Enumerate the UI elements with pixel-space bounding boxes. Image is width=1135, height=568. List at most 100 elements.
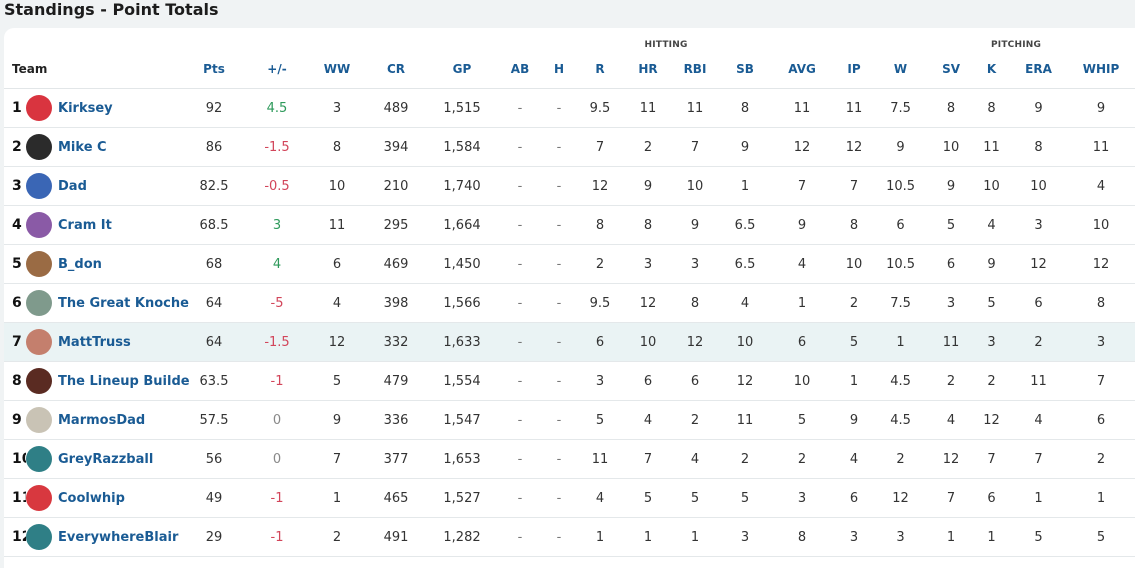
rbi-cell: 7 — [664, 127, 726, 167]
k-cell: 2 — [969, 361, 1015, 401]
w-cell: 7.5 — [868, 88, 934, 128]
rank-cell: 4 — [4, 205, 26, 245]
column-header-w[interactable]: W — [868, 50, 934, 89]
r-cell: 1 — [568, 517, 632, 557]
jersey-icon[interactable] — [26, 368, 52, 394]
team-name-link[interactable]: MattTruss — [58, 335, 131, 350]
ip-cell: 2 — [840, 283, 869, 323]
column-header-r[interactable]: R — [568, 50, 632, 89]
team-name-link[interactable]: The Lineup Builder — [58, 374, 190, 389]
team-name-link[interactable]: Dad — [58, 179, 87, 194]
pts-cell: 64 — [190, 322, 238, 362]
r-cell: 9.5 — [568, 283, 632, 323]
team-cell: MattTruss — [26, 322, 190, 362]
whip-cell: 10 — [1063, 205, 1135, 245]
cr-cell: 469 — [358, 244, 434, 284]
team-cell: The Great Knoche — [26, 283, 190, 323]
boot-icon[interactable] — [26, 329, 52, 355]
table-row: 2 Mike C 86 -1.5 8 394 1,584- -7 2 7 9 12 12 9 10 11 8 11 — [4, 127, 1135, 167]
ip-cell: 10 — [840, 244, 869, 284]
w-cell: 9 — [868, 127, 934, 167]
sb-cell: 6.5 — [726, 244, 765, 284]
ab-cell: - — [490, 88, 550, 128]
gp-cell: 1,450 — [434, 244, 490, 284]
whip-cell: 3 — [1063, 322, 1135, 362]
column-header-rbi[interactable]: RBI — [664, 50, 726, 89]
cr-cell: 479 — [358, 361, 434, 401]
sv-cell: 8 — [933, 88, 970, 128]
rbi-cell: 5 — [664, 478, 726, 518]
column-header-h[interactable]: H — [550, 50, 568, 89]
team-name-link[interactable]: B_don — [58, 257, 102, 272]
column-header-plus-minus[interactable]: +/- — [238, 50, 316, 89]
brown-ball-icon[interactable] — [26, 251, 52, 277]
hr-cell: 12 — [632, 283, 664, 323]
purple-ball-icon[interactable] — [26, 212, 52, 238]
rbi-cell: 3 — [664, 244, 726, 284]
ip-cell: 8 — [840, 205, 869, 245]
sb-cell: 9 — [726, 127, 765, 167]
whip-cell: 4 — [1063, 166, 1135, 206]
cr-cell: 394 — [358, 127, 434, 167]
column-header-avg[interactable]: AVG — [764, 50, 841, 89]
pts-cell: 64 — [190, 283, 238, 323]
column-header-hr[interactable]: HR — [632, 50, 664, 89]
whip-cell: 11 — [1063, 127, 1135, 167]
team-cell: The Lineup Builder — [26, 361, 190, 401]
rank-cell: 9 — [4, 400, 26, 440]
column-header-ip[interactable]: IP — [840, 50, 869, 89]
dog-icon[interactable] — [26, 407, 52, 433]
column-header-cr[interactable]: CR — [358, 50, 434, 89]
plus-minus-cell: -1.5 — [238, 127, 316, 167]
team-name-link[interactable]: Kirksey — [58, 101, 113, 116]
ww-cell: 3 — [316, 88, 358, 128]
ip-cell: 11 — [840, 88, 869, 128]
jersey-icon[interactable] — [26, 446, 52, 472]
team-name-link[interactable]: GreyRazzball — [58, 452, 153, 467]
w-cell: 4.5 — [868, 361, 934, 401]
cr-cell: 295 — [358, 205, 434, 245]
jersey-icon[interactable] — [26, 524, 52, 550]
column-header-ab[interactable]: AB — [490, 50, 550, 89]
team-name-link[interactable]: The Great Knoche — [58, 296, 189, 311]
team-name-link[interactable]: Coolwhip — [58, 491, 125, 506]
column-header-sv[interactable]: SV — [933, 50, 970, 89]
penguin-icon[interactable] — [26, 134, 52, 160]
column-header-whip[interactable]: WHIP — [1063, 50, 1135, 89]
hr-cell: 8 — [632, 205, 664, 245]
column-header-pts[interactable]: Pts — [190, 50, 238, 89]
red-helmet-icon[interactable] — [26, 95, 52, 121]
team-cell: Coolwhip — [26, 478, 190, 518]
whip-cell: 12 — [1063, 244, 1135, 284]
h-cell: - — [550, 88, 568, 128]
group-hitting-label: HITTING — [644, 40, 688, 50]
cr-cell: 332 — [358, 322, 434, 362]
era-cell: 12 — [1014, 244, 1064, 284]
sv-cell: 9 — [933, 166, 970, 206]
rank-cell: 2 — [4, 127, 26, 167]
ww-cell: 12 — [316, 322, 358, 362]
hr-cell: 9 — [632, 166, 664, 206]
ip-cell: 7 — [840, 166, 869, 206]
column-header-era[interactable]: ERA — [1014, 50, 1064, 89]
team-name-link[interactable]: MarmosDad — [58, 413, 145, 428]
column-header-gp[interactable]: GP — [434, 50, 490, 89]
column-header-k[interactable]: K — [969, 50, 1015, 89]
column-header-sb[interactable]: SB — [726, 50, 765, 89]
avg-cell: 2 — [764, 439, 841, 479]
rank-cell: 11 — [4, 478, 26, 518]
landscape-photo-icon[interactable] — [26, 290, 52, 316]
award-ribbon-icon[interactable] — [26, 173, 52, 199]
team-name-link[interactable]: Cram It — [58, 218, 112, 233]
plus-minus-cell: -1 — [238, 361, 316, 401]
sb-cell: 8 — [726, 88, 765, 128]
team-name-link[interactable]: Mike C — [58, 140, 107, 155]
column-header-ww[interactable]: WW — [316, 50, 358, 89]
w-cell: 1 — [868, 322, 934, 362]
era-cell: 5 — [1014, 517, 1064, 557]
team-cell: Kirksey — [26, 88, 190, 128]
avg-cell: 11 — [764, 88, 841, 128]
cream-icon[interactable] — [26, 485, 52, 511]
ip-cell: 6 — [840, 478, 869, 518]
team-name-link[interactable]: EverywhereBlair — [58, 530, 178, 545]
